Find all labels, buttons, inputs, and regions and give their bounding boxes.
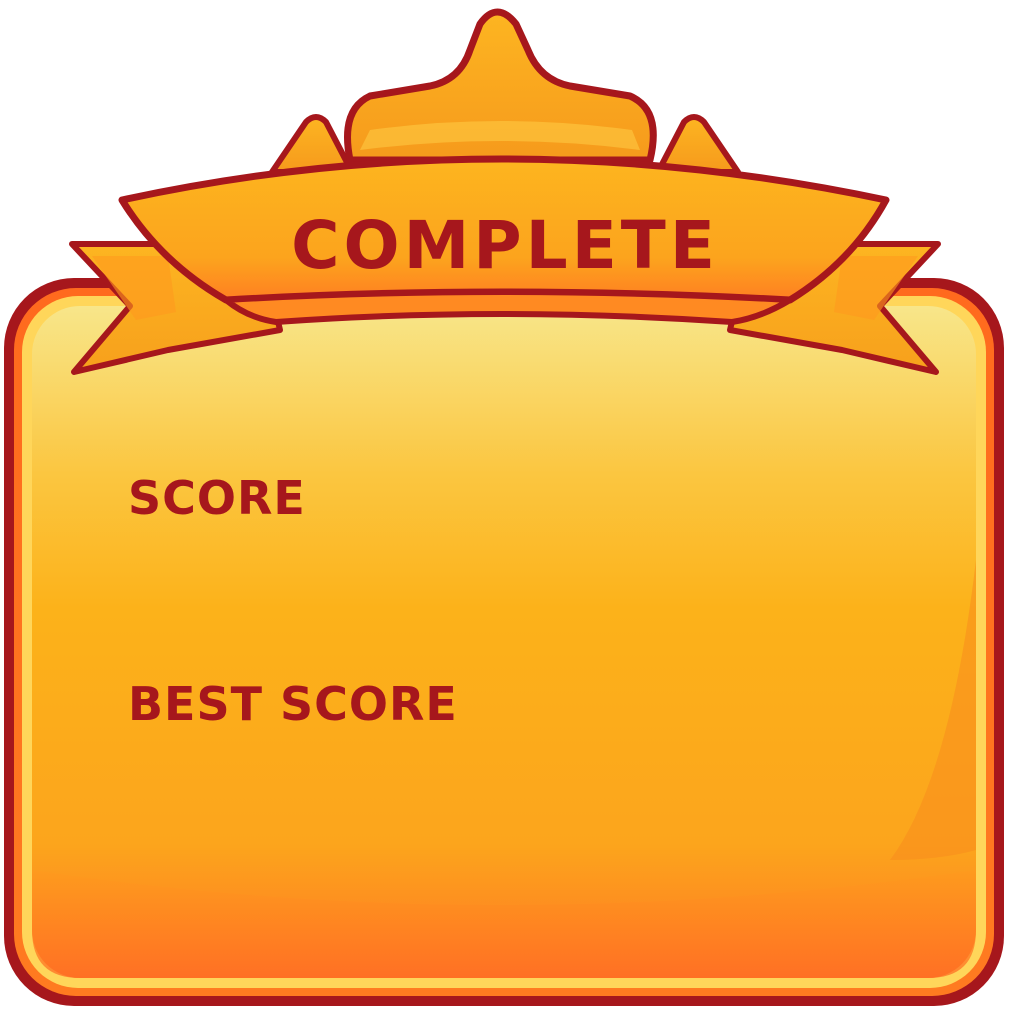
score-label: SCORE [128,471,306,525]
best-score-label: BEST SCORE [128,677,458,731]
crown-ornament [269,8,741,175]
title-text: COMPLETE [291,207,719,284]
panel-inner-body [32,306,976,978]
complete-panel-graphic: COMPLETE SCORE BEST SCORE [4,8,1004,1006]
